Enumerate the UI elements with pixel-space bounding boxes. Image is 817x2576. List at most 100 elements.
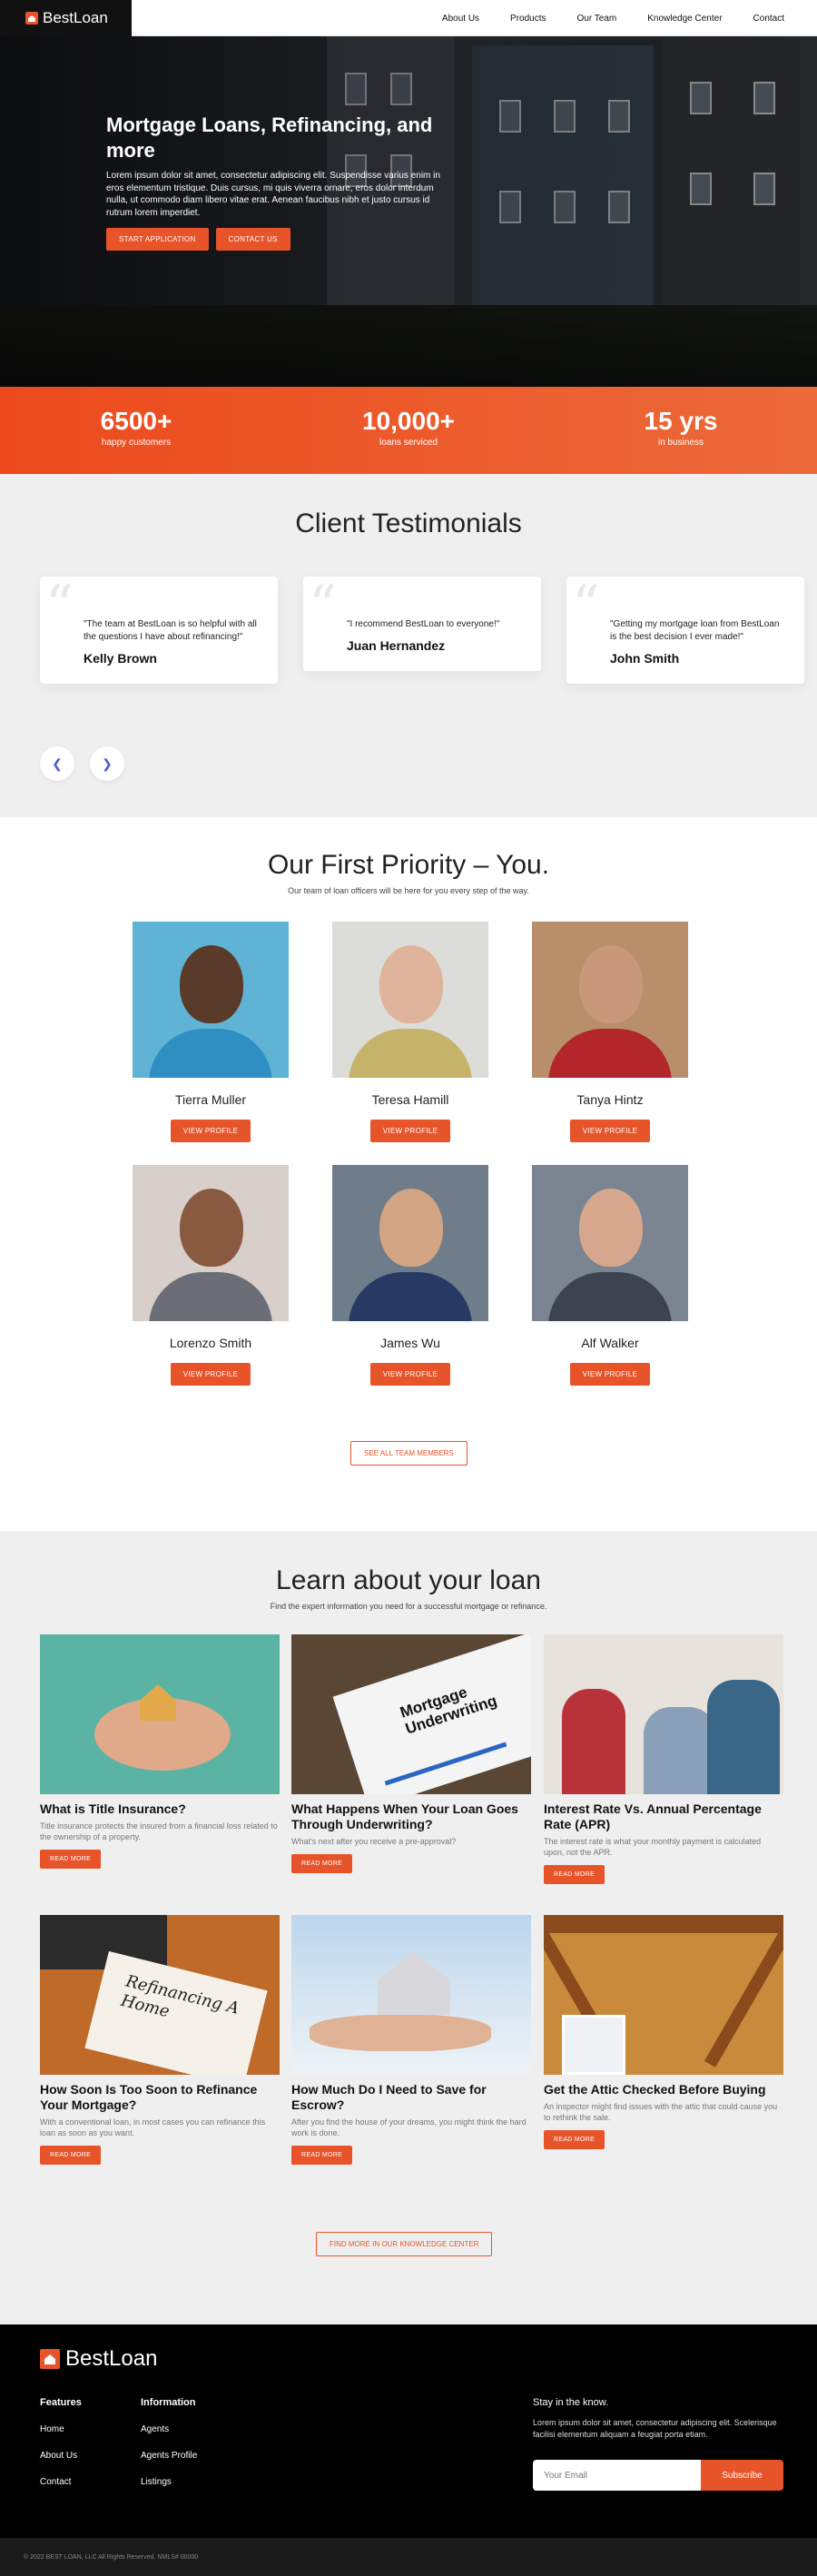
footer-link-about[interactable]: About Us — [40, 2451, 82, 2461]
footer-link-listings[interactable]: Listings — [141, 2477, 197, 2487]
article-desc: An inspector might find issues with the … — [544, 2101, 778, 2122]
subscribe-button[interactable]: Subscribe — [701, 2460, 783, 2492]
member-photo — [332, 922, 488, 1078]
member-photo — [332, 1165, 488, 1321]
chevron-left-icon: ❮ — [52, 755, 63, 771]
nav-link-products[interactable]: Products — [510, 14, 546, 24]
view-profile-button[interactable]: VIEW PROFILE — [569, 1120, 651, 1142]
article-image[interactable]: Mortgage Underwriting — [291, 1634, 531, 1794]
article-image[interactable] — [291, 1915, 531, 2075]
team-member-card: Alf Walker VIEW PROFILE — [532, 1165, 688, 1386]
view-profile-button[interactable]: VIEW PROFILE — [369, 1120, 451, 1142]
view-profile-button[interactable]: VIEW PROFILE — [170, 1120, 251, 1142]
knowledge-center-button[interactable]: FIND MORE IN OUR KNOWLEDGE CENTER — [316, 2232, 493, 2256]
article-image[interactable] — [544, 1634, 783, 1794]
article-desc: After you find the house of your dreams,… — [291, 2117, 527, 2137]
learn-subtitle: Find the expert information you need for… — [270, 1602, 547, 1611]
start-application-button[interactable]: START APPLICATION — [106, 228, 209, 251]
copyright-bar: © 2022 BEST LOAN, LLC All Rights Reserve… — [0, 2538, 817, 2576]
read-more-button[interactable]: READ MORE — [291, 1853, 353, 1873]
footer-link-contact[interactable]: Contact — [40, 2477, 82, 2487]
testimonial-quote: "Getting my mortgage loan from BestLoan … — [610, 619, 780, 642]
view-profile-button[interactable]: VIEW PROFILE — [569, 1363, 651, 1386]
article-title[interactable]: Interest Rate Vs. Annual Percentage Rate… — [544, 1801, 783, 1832]
read-more-button[interactable]: READ MORE — [40, 2145, 102, 2165]
footer-information-heading: Information — [141, 2397, 196, 2408]
testimonial-author: John Smith — [610, 651, 680, 666]
hero-content: Mortgage Loans, Refinancing, and more Lo… — [106, 113, 442, 251]
footer-link-agents-profile[interactable]: Agents Profile — [141, 2451, 197, 2461]
newsletter: Stay in the know. Lorem ipsum dolor sit … — [533, 2397, 783, 2492]
member-name: Teresa Hamill — [371, 1092, 449, 1107]
article-desc: With a conventional loan, in most cases … — [40, 2117, 266, 2137]
testimonial-author: Kelly Brown — [84, 651, 157, 666]
read-more-button[interactable]: READ MORE — [544, 1864, 605, 1884]
nav-link-contact[interactable]: Contact — [753, 14, 784, 24]
contact-us-button[interactable]: CONTACT US — [215, 228, 290, 251]
testimonials-title: Client Testimonials — [295, 508, 522, 538]
article-image[interactable] — [40, 1634, 280, 1794]
article-image[interactable]: Refinancing A Home — [40, 1915, 280, 2075]
footer-link-home[interactable]: Home — [40, 2424, 82, 2434]
team-title: Our First Priority – You. — [267, 850, 550, 880]
footer-link-agents[interactable]: Agents — [141, 2424, 197, 2434]
see-all-team-button[interactable]: SEE ALL TEAM MEMBERS — [350, 1441, 468, 1466]
learn-title: Learn about your loan — [276, 1565, 541, 1595]
member-name: Lorenzo Smith — [169, 1336, 252, 1350]
article-desc: The interest rate is what your monthly p… — [544, 1836, 762, 1857]
stat-years: 15 yrs in business — [545, 387, 817, 474]
article-title[interactable]: What Happens When Your Loan Goes Through… — [291, 1801, 531, 1832]
prev-testimonial-button[interactable]: ❮ — [40, 746, 74, 781]
view-profile-button[interactable]: VIEW PROFILE — [369, 1363, 451, 1386]
article-title[interactable]: How Soon Is Too Soon to Refinance Your M… — [40, 2082, 280, 2113]
chevron-right-icon: ❯ — [102, 755, 113, 771]
article-card: How Much Do I Need to Save for Escrow? A… — [291, 1915, 531, 2165]
article-title[interactable]: How Much Do I Need to Save for Escrow? — [291, 2082, 531, 2113]
email-input[interactable] — [533, 2460, 701, 2492]
copyright-text: © 2022 BEST LOAN, LLC All Rights Reserve… — [24, 2554, 199, 2561]
team-member-card: Teresa Hamill VIEW PROFILE — [332, 922, 488, 1142]
brand-logo[interactable]: BestLoan — [0, 0, 132, 36]
article-title[interactable]: What is Title Insurance? — [40, 1801, 280, 1817]
stat-label: loans serviced — [379, 438, 438, 448]
view-profile-button[interactable]: VIEW PROFILE — [170, 1363, 251, 1386]
team-member-card: Tierra Muller VIEW PROFILE — [133, 922, 289, 1142]
brand-name: BestLoan — [43, 9, 108, 26]
learn-section: Learn about your loan Find the expert in… — [0, 1531, 817, 2324]
hero-title: Mortgage Loans, Refinancing, and more — [106, 114, 433, 162]
team-member-card: James Wu VIEW PROFILE — [332, 1165, 488, 1386]
team-member-card: Tanya Hintz VIEW PROFILE — [532, 922, 688, 1142]
member-photo — [133, 1165, 289, 1321]
footer-logo[interactable]: BestLoan — [40, 2346, 157, 2372]
stat-customers: 6500+ happy customers — [0, 387, 272, 474]
stat-value: 15 yrs — [644, 407, 718, 435]
testimonial-quote: "I recommend BestLoan to everyone!" — [347, 619, 500, 629]
testimonial-quote: "The team at BestLoan is so helpful with… — [84, 619, 257, 642]
read-more-button[interactable]: READ MORE — [40, 1850, 102, 1870]
nav-link-about[interactable]: About Us — [442, 14, 479, 24]
team-subtitle: Our team of loan officers will be here f… — [288, 886, 529, 895]
quote-icon: “ — [45, 574, 74, 637]
stat-loans: 10,000+ loans serviced — [272, 387, 545, 474]
quote-icon: “ — [572, 574, 600, 637]
testimonial-card: “ "Getting my mortgage loan from BestLoa… — [566, 577, 804, 684]
article-card: Interest Rate Vs. Annual Percentage Rate… — [544, 1634, 783, 1884]
article-card: Mortgage Underwriting What Happens When … — [291, 1634, 531, 1873]
testimonials-section: Client Testimonials “ "The team at BestL… — [0, 474, 817, 817]
article-desc: What's next after you receive a pre-appr… — [291, 1836, 457, 1846]
article-image[interactable] — [544, 1915, 783, 2075]
newsletter-form: Subscribe — [533, 2460, 783, 2492]
footer-information-column: Information Agents Agents Profile Listin… — [141, 2397, 197, 2503]
article-title[interactable]: Get the Attic Checked Before Buying — [544, 2082, 783, 2097]
hero-text: Lorem ipsum dolor sit amet, consectetur … — [106, 171, 440, 218]
read-more-button[interactable]: READ MORE — [291, 2145, 353, 2165]
nav-link-team[interactable]: Our Team — [577, 14, 617, 24]
team-member-card: Lorenzo Smith VIEW PROFILE — [133, 1165, 289, 1386]
footer-brand-name: BestLoan — [65, 2346, 158, 2371]
testimonial-card: “ "The team at BestLoan is so helpful wi… — [40, 577, 278, 684]
member-photo — [532, 1165, 688, 1321]
next-testimonial-button[interactable]: ❯ — [90, 746, 124, 781]
read-more-button[interactable]: READ MORE — [544, 2130, 605, 2150]
footer-features-column: Features Home About Us Contact — [40, 2397, 82, 2503]
nav-link-knowledge[interactable]: Knowledge Center — [647, 14, 722, 24]
